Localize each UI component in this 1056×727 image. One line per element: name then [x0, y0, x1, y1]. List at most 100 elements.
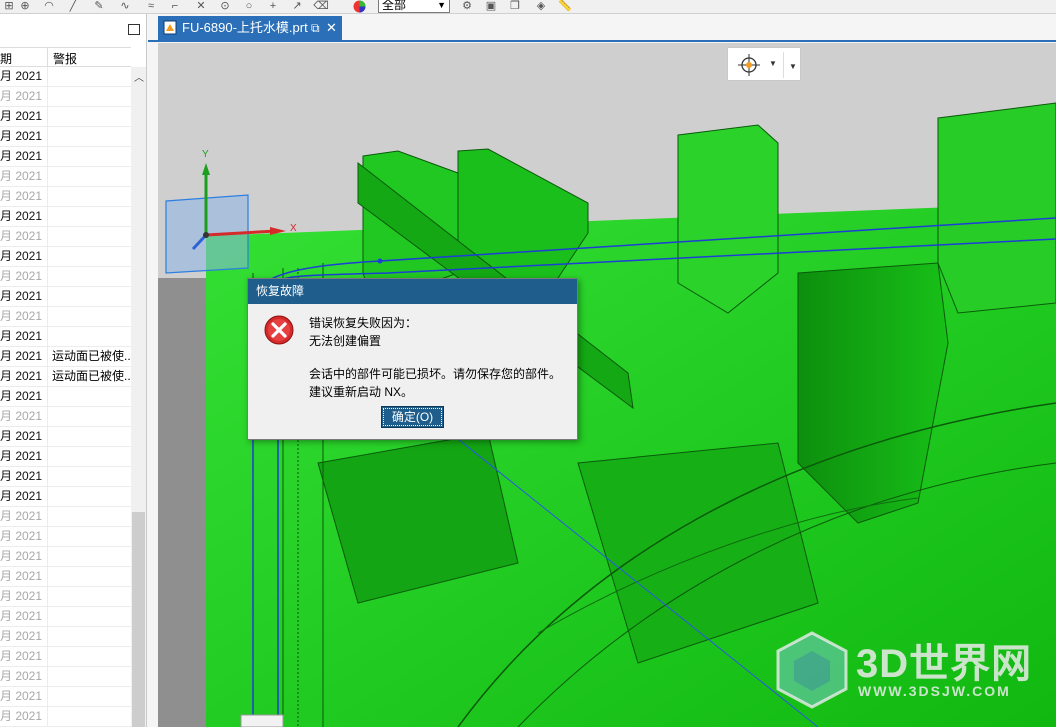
list-item[interactable]: 月 2021 运动面已被使... [0, 347, 132, 367]
list-item[interactable]: 月 2021 [0, 227, 131, 247]
list-item[interactable]: 月 2021 [0, 107, 131, 127]
column-header-alarm[interactable]: 警报 [53, 50, 77, 67]
axis-x-label: X [290, 223, 297, 234]
list-item[interactable]: 月 2021 [0, 267, 131, 287]
copy-icon[interactable]: ❐ [506, 0, 524, 13]
column-divider [47, 187, 48, 207]
pen-icon[interactable]: ✎ [90, 0, 108, 13]
column-divider [47, 427, 48, 447]
list-item[interactable]: 月 2021 [0, 707, 131, 727]
pin-icon[interactable]: ↗ [288, 0, 306, 13]
column-divider [47, 687, 48, 707]
maximize-panel-button[interactable] [128, 24, 140, 35]
tab-document[interactable]: FU-6890-上托水模.prt ⧉ ✕ [158, 16, 342, 40]
ok-button[interactable]: 确定(O) [381, 406, 444, 428]
column-divider [47, 387, 48, 407]
list-item[interactable]: 月 2021 [0, 627, 131, 647]
list-item[interactable]: 月 2021 [0, 187, 131, 207]
watermark: 3D世界网 WWW.3DSJW.COM [772, 629, 1052, 709]
column-divider [47, 447, 48, 467]
eraser-icon[interactable]: ⌫ [312, 0, 330, 13]
box-icon[interactable]: ▣ [482, 0, 500, 13]
chevron-down-icon[interactable]: ▼ [769, 59, 777, 68]
list-item[interactable]: 月 2021 [0, 507, 131, 527]
scroll-up-icon[interactable]: ︿ [134, 69, 144, 84]
column-divider [47, 567, 48, 587]
column-divider [47, 327, 48, 347]
list-item[interactable]: 月 2021 [0, 427, 131, 447]
recovery-error-dialog: 恢复故障 错误恢复失败因为： 无法创建偏置 会话中的部件可能已损坏。请勿保存您的… [247, 278, 578, 440]
list-item[interactable]: 月 2021 [0, 167, 131, 187]
list-item-date: 月 2021 [0, 689, 43, 703]
filter-select[interactable]: 全部 ▼ [378, 0, 450, 13]
list-item-date: 月 2021 [0, 489, 43, 503]
column-divider[interactable] [47, 48, 48, 67]
scrollbar-thumb[interactable] [132, 512, 145, 727]
list-item[interactable]: 月 2021 [0, 527, 131, 547]
list-item[interactable]: 月 2021 [0, 467, 131, 487]
list-item[interactable]: 月 2021 [0, 207, 131, 227]
column-divider [47, 287, 48, 307]
list-item-date: 月 2021 [0, 669, 43, 683]
chevron-down-icon: ▼ [437, 0, 446, 10]
list-item[interactable]: 月 2021 [0, 247, 131, 267]
corner-icon[interactable]: ⌐ [166, 0, 184, 13]
list-item[interactable]: 月 2021 [0, 587, 131, 607]
list-item[interactable]: 月 2021 [0, 487, 131, 507]
list-item[interactable]: 月 2021 [0, 547, 131, 567]
list-item[interactable]: 月 2021 [0, 687, 131, 707]
column-divider [47, 647, 48, 667]
list-item-date: 月 2021 [0, 269, 43, 283]
tangent-icon[interactable]: ○ [240, 0, 258, 13]
list-item-date: 月 2021 [0, 309, 43, 323]
settings-icon[interactable]: ⚙ [458, 0, 476, 13]
app-window: ⊞ ⊕ ◠ ╱ ✎ ∿ ≈ ⌐ ✕ ⊙ ○ + ↗ ⌫ 全部 ▼ ⚙ ▣ ❐ ◈… [0, 0, 1056, 727]
divider [783, 52, 784, 78]
list-item-date: 月 2021 [0, 329, 43, 343]
column-divider [47, 587, 48, 607]
close-icon[interactable]: ✕ [326, 16, 337, 40]
list-item[interactable]: 月 2021 [0, 407, 131, 427]
column-divider [47, 307, 48, 327]
history-list: 月 2021 月 2021 月 2021 月 2021 月 2021 月 2021 月 20… [0, 67, 132, 727]
list-item[interactable]: 月 2021 [0, 667, 131, 687]
layer-icon[interactable]: ◈ [532, 0, 550, 13]
list-item[interactable]: 月 2021 [0, 287, 131, 307]
list-item[interactable]: 月 2021 [0, 567, 131, 587]
crosshair-icon[interactable] [738, 54, 760, 76]
arc-icon[interactable]: ◠ [40, 0, 58, 13]
measure-icon[interactable]: 📏 [556, 0, 574, 13]
point-icon[interactable]: + [264, 0, 282, 13]
list-item-date: 月 2021 [0, 649, 43, 663]
curve-icon[interactable]: ∿ [116, 0, 134, 13]
dialog-title[interactable]: 恢复故障 [248, 279, 577, 304]
grid-icon[interactable]: ⊕ [16, 0, 34, 13]
list-item[interactable]: 月 2021 [0, 127, 131, 147]
spline-icon[interactable]: ≈ [142, 0, 160, 13]
list-item[interactable]: 月 2021 运动面已被使... [0, 367, 132, 387]
list-item[interactable]: 月 2021 [0, 447, 131, 467]
list-item-date: 月 2021 [0, 569, 43, 583]
vertical-scrollbar[interactable]: ︿ [131, 67, 146, 727]
list-item-date: 月 2021 [0, 209, 43, 223]
intersection-icon[interactable]: ✕ [192, 0, 210, 13]
list-item[interactable]: 月 2021 [0, 607, 131, 627]
tab-title: FU-6890-上托水模.prt [182, 20, 308, 35]
list-item[interactable]: 月 2021 [0, 387, 131, 407]
list-item-alarm: 运动面已被使... [52, 369, 132, 383]
list-item-date: 月 2021 [0, 529, 43, 543]
list-item[interactable]: 月 2021 [0, 647, 131, 667]
center-icon[interactable]: ⊙ [216, 0, 234, 13]
list-item[interactable]: 月 2021 [0, 67, 131, 87]
list-item[interactable]: 月 2021 [0, 87, 131, 107]
color-wheel-icon[interactable] [350, 0, 368, 13]
line-icon[interactable]: ╱ [64, 0, 82, 13]
list-item-date: 月 2021 [0, 229, 43, 243]
list-item[interactable]: 月 2021 [0, 147, 131, 167]
restore-icon[interactable]: ⧉ [311, 16, 320, 40]
list-item[interactable]: 月 2021 [0, 307, 131, 327]
chevron-down-icon[interactable]: ▼ [789, 62, 797, 71]
list-item[interactable]: 月 2021 [0, 327, 131, 347]
column-header-date[interactable]: 期 [0, 50, 12, 67]
list-item-date: 月 2021 [0, 509, 43, 523]
